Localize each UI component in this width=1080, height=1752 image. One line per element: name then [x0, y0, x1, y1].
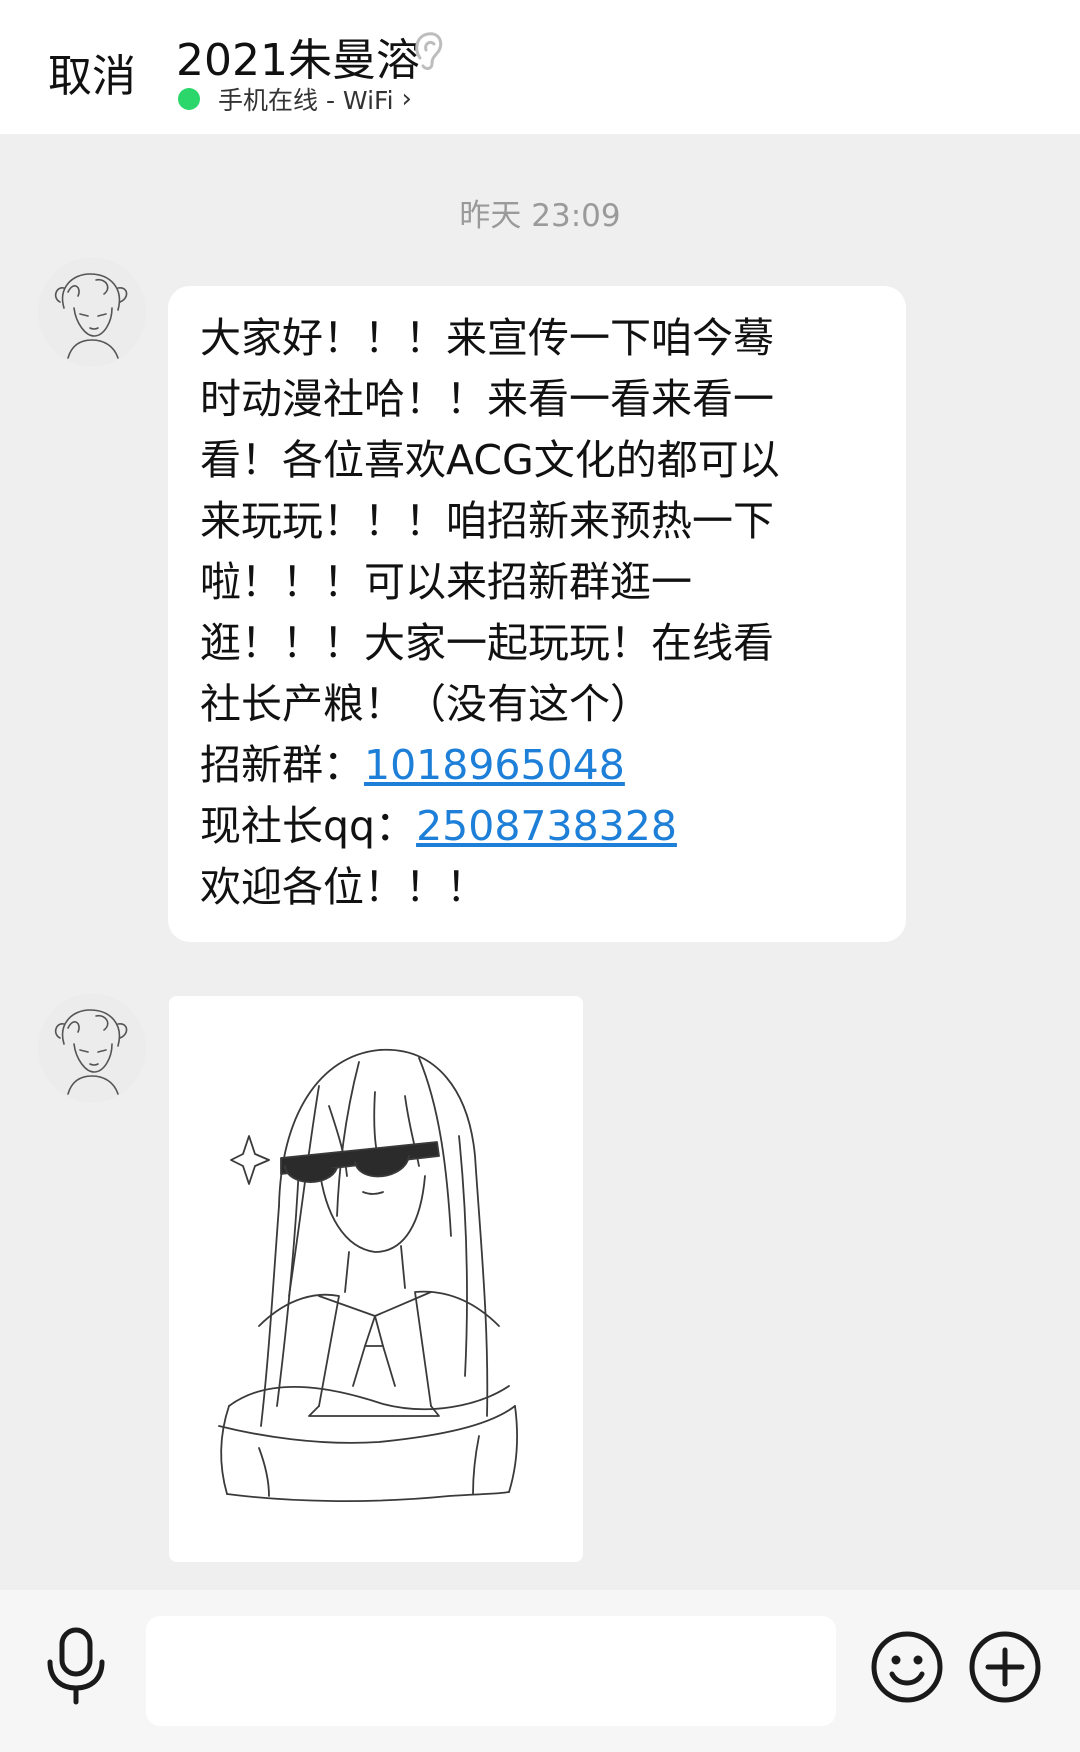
group-line: 招新群：1018965048 — [200, 735, 874, 796]
status-text: 手机在线 - WiFi — [218, 86, 394, 115]
group-number-link[interactable]: 1018965048 — [364, 741, 625, 789]
group-label: 招新群： — [200, 741, 364, 789]
qq-number-link[interactable]: 2508738328 — [416, 802, 677, 850]
online-dot-icon — [178, 88, 200, 110]
message-line: 逛！！！大家一起玩玩！在线看 — [200, 619, 774, 667]
message-bubble[interactable]: 大家好！！！来宣传一下咱今蓦 时动漫社哈！！来看一看来看一 看！各位喜欢ACG文… — [168, 286, 906, 942]
message-line: 看！各位喜欢ACG文化的都可以 — [200, 436, 780, 484]
plus-icon[interactable] — [968, 1630, 1042, 1704]
chevron-right-icon: › — [401, 84, 412, 114]
qq-label: 现社长qq： — [200, 802, 417, 850]
image-message[interactable] — [169, 996, 583, 1562]
message-closing: 欢迎各位！！！ — [200, 863, 487, 911]
message-line: 大家好！！！来宣传一下咱今蓦 — [200, 314, 774, 362]
emoji-icon[interactable] — [870, 1630, 944, 1704]
message-line: 时动漫社哈！！来看一看来看一 — [200, 375, 774, 423]
contact-avatar[interactable] — [38, 258, 146, 366]
contact-name[interactable]: 2021朱曼溶 — [176, 24, 420, 88]
sketch-image — [169, 996, 583, 1562]
contact-avatar[interactable] — [38, 994, 146, 1102]
online-status[interactable]: 手机在线 - WiFi › — [178, 84, 412, 115]
chat-header: 取消 2021朱曼溶 手机在线 - WiFi › — [0, 0, 1080, 134]
input-bar — [0, 1590, 1080, 1752]
message-line: 社长产粮！（没有这个） — [200, 680, 651, 728]
qq-line: 现社长qq：2508738328 — [200, 796, 874, 857]
message-timestamp: 昨天 23:09 — [459, 198, 621, 234]
microphone-icon[interactable] — [44, 1626, 108, 1706]
message-line: 啦！！！可以来招新群逛一 — [200, 558, 692, 606]
ear-icon[interactable] — [408, 28, 448, 72]
message-line: 来玩玩！！！咱招新来预热一下 — [200, 497, 774, 545]
cancel-button[interactable]: 取消 — [48, 40, 136, 104]
message-input[interactable] — [146, 1616, 836, 1726]
